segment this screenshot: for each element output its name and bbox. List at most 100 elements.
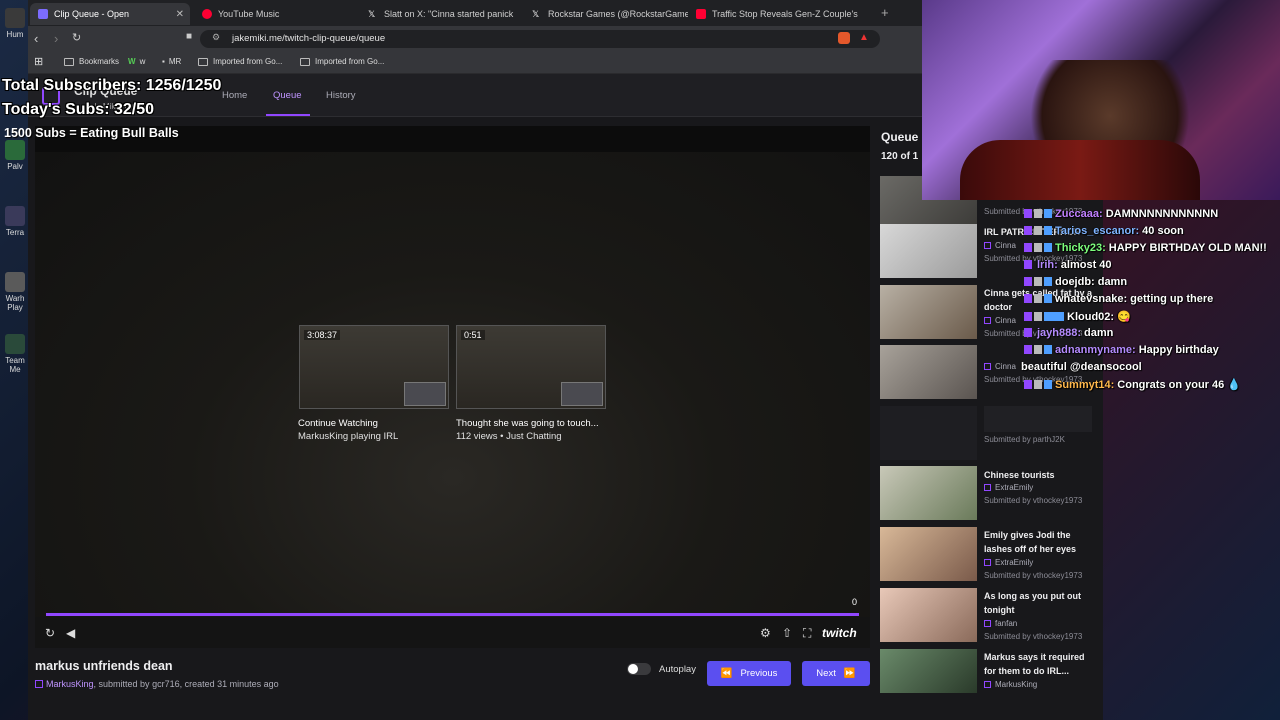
- active-tab-indicator: [266, 114, 310, 116]
- bookmark-icon[interactable]: ■: [186, 31, 192, 42]
- youtube-icon: [696, 9, 706, 19]
- chat-message: jayh888: damn: [1024, 327, 1113, 339]
- new-tab-button[interactable]: +: [881, 5, 889, 20]
- fullscreen-icon[interactable]: ⛶: [803, 626, 811, 641]
- tab-clip-queue[interactable]: Clip Queue - Open ✕: [30, 3, 190, 25]
- queue-item-title[interactable]: Markus says it required for them to do I…: [984, 650, 1096, 678]
- queue-item-thumbnail[interactable]: [880, 588, 977, 642]
- queue-item-channel: fanfan: [984, 619, 1017, 628]
- chat-message: Zuccaaa: DAMNNNNNNNNNNN: [1024, 208, 1218, 220]
- chat-message: Tarios_escanor: 40 soon: [1024, 225, 1184, 237]
- back-icon[interactable]: ‹: [34, 31, 38, 46]
- queue-item-title[interactable]: As long as you put out tonight: [984, 589, 1096, 617]
- chat-message: Kloud02: 😋: [1024, 310, 1131, 323]
- chat-message: Thicky23: HAPPY BIRTHDAY OLD MAN!!: [1024, 242, 1267, 254]
- close-icon[interactable]: ✕: [176, 9, 184, 20]
- folder-icon: [300, 57, 310, 66]
- x-logo-icon: 𝕏: [368, 9, 376, 19]
- queue-item-thumbnail[interactable]: [880, 649, 977, 693]
- site-info-icon[interactable]: ⚙: [212, 32, 220, 43]
- replay-icon[interactable]: ↻: [45, 626, 55, 640]
- settings-gear-icon[interactable]: ⚙: [760, 626, 771, 640]
- forward-icon[interactable]: ›: [54, 31, 58, 46]
- video-duration: 0:51: [461, 330, 485, 340]
- next-button[interactable]: Next ⏩: [802, 661, 870, 686]
- desktop-icon[interactable]: Hum: [2, 8, 28, 39]
- desktop-icon-strip: Hum Palv Terra Warh Play Team Me: [0, 0, 28, 400]
- suggested-video-subtitle: MarkusKing playing IRL: [298, 431, 399, 442]
- previous-button[interactable]: ⏪ Previous: [707, 661, 791, 686]
- queue-item-thumbnail[interactable]: [880, 285, 977, 339]
- queue-item-thumbnail[interactable]: [880, 345, 977, 399]
- clip-title: markus unfriends dean: [35, 659, 173, 673]
- queue-item-placeholder: [984, 406, 1092, 432]
- queue-heading: Queue: [881, 130, 919, 144]
- queue-item-channel: Cinna: [984, 362, 1016, 371]
- share-icon[interactable]: ⇧: [782, 626, 792, 640]
- tab-bar: Clip Queue - Open ✕ YouTube Music 𝕏 Slatt …: [28, 0, 923, 26]
- bookmark-item[interactable]: Ww: [128, 57, 145, 66]
- queue-item-channel: MarkusKing: [984, 680, 1037, 689]
- chat-badges-icon: [1024, 345, 1052, 354]
- queue-item-channel: ExtraEmily: [984, 558, 1033, 567]
- channel-icon: [35, 680, 43, 688]
- desktop-icon[interactable]: Team Me: [2, 334, 28, 374]
- tab-favicon-icon: [38, 9, 48, 19]
- queue-item-thumbnail[interactable]: [880, 527, 977, 581]
- chat-message: doejdb: damn: [1024, 276, 1127, 288]
- channel-icon: [984, 363, 991, 370]
- folder-icon: [64, 57, 74, 66]
- desktop-icon[interactable]: Warh Play: [2, 272, 28, 312]
- tab-youtube-music[interactable]: YouTube Music: [194, 3, 358, 25]
- queue-item-title[interactable]: Emily gives Jodi the lashes off of her e…: [984, 528, 1096, 556]
- chat-message: whatevsnake: getting up there: [1024, 293, 1213, 305]
- suggested-video-title[interactable]: Thought she was going to touch...: [456, 418, 599, 429]
- suggested-video-title[interactable]: Continue Watching: [298, 418, 378, 429]
- channel-icon: [984, 620, 991, 627]
- video-frame[interactable]: [35, 152, 870, 617]
- nav-queue[interactable]: Queue: [273, 90, 302, 101]
- sub-goal-overlay: 1500 Subs = Eating Bull Balls: [4, 126, 179, 140]
- brave-shield-icon[interactable]: [838, 32, 850, 44]
- brave-rewards-icon[interactable]: ▲: [859, 32, 869, 43]
- suggested-video-thumbnail[interactable]: 0:51: [456, 325, 606, 409]
- submitter-name: gcr716: [152, 679, 180, 689]
- x-logo-icon: 𝕏: [532, 9, 540, 19]
- twitch-logo[interactable]: twitch: [822, 626, 857, 640]
- mr-icon: ▪: [162, 57, 165, 66]
- channel-link[interactable]: MarkusKing: [46, 679, 94, 689]
- bookmark-item[interactable]: Imported from Go...: [300, 57, 384, 66]
- chat-message: adnanmyname: Happy birthday: [1024, 344, 1219, 356]
- bookmark-item[interactable]: ▪ MR: [162, 57, 181, 66]
- streamer-shirt: [960, 140, 1200, 200]
- queue-item-thumbnail[interactable]: [880, 406, 977, 460]
- bookmark-item[interactable]: Imported from Go...: [198, 57, 282, 66]
- address-bar[interactable]: jakemiki.me/twitch-clip-queue/queue: [200, 30, 880, 48]
- chat-badges-icon: [1024, 328, 1034, 337]
- apps-icon[interactable]: ⊞: [34, 55, 43, 68]
- suggested-video-thumbnail[interactable]: 3:08:37: [299, 325, 449, 409]
- bookmark-item[interactable]: Bookmarks: [64, 57, 119, 66]
- queue-item-thumbnail[interactable]: [880, 466, 977, 520]
- tab-x-slatt[interactable]: 𝕏 Slatt on X: "Cinna started panick: [360, 3, 524, 25]
- nav-home[interactable]: Home: [222, 90, 247, 101]
- tab-youtube-video[interactable]: Traffic Stop Reveals Gen-Z Couple's: [688, 3, 858, 25]
- queue-item-title[interactable]: Chinese tourists: [984, 468, 1096, 482]
- tab-x-rockstar[interactable]: 𝕏 Rockstar Games (@RockstarGames) /: [524, 3, 688, 25]
- video-duration: 3:08:37: [304, 330, 341, 340]
- folder-icon: [198, 57, 208, 66]
- volume-icon[interactable]: ◀: [66, 626, 75, 640]
- reload-icon[interactable]: ↻: [72, 31, 81, 44]
- time-display: 0: [852, 597, 858, 607]
- queue-item-thumbnail[interactable]: [880, 224, 977, 278]
- desktop-icon[interactable]: Palv: [2, 140, 28, 171]
- channel-icon: [984, 681, 991, 688]
- double-chevron-right-icon: ⏩: [843, 668, 856, 679]
- chat-badges-icon: [1024, 277, 1052, 286]
- total-subscribers-overlay: Total Subscribers: 1256/1250: [2, 77, 222, 94]
- chat-message-continued: beautiful @deansocool: [1021, 361, 1142, 373]
- chat-message: lrih: almost 40: [1024, 259, 1112, 271]
- queue-item-submitter: Submitted by vthockey1973: [984, 496, 1083, 505]
- nav-history[interactable]: History: [326, 90, 356, 101]
- desktop-icon[interactable]: Terra: [2, 206, 28, 237]
